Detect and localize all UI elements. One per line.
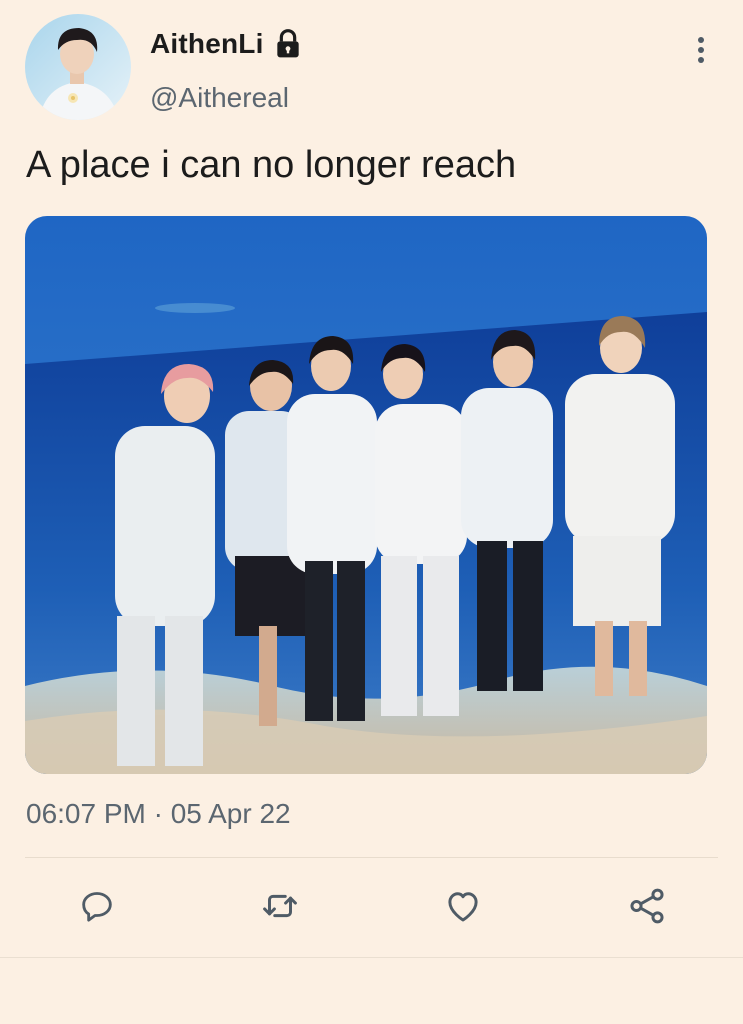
tweet-timestamp[interactable]: 06:07 PM · 05 Apr 22 [26, 798, 291, 830]
divider [25, 857, 718, 858]
like-button[interactable] [441, 884, 485, 928]
more-vertical-icon [698, 37, 704, 63]
retweet-button[interactable] [258, 884, 302, 928]
display-name-text: AithenLi [150, 28, 264, 59]
tweet-photo[interactable] [25, 216, 707, 774]
reply-icon [82, 892, 112, 922]
avatar[interactable] [25, 14, 131, 120]
retweet-icon [263, 894, 297, 918]
more-options-button[interactable] [688, 32, 714, 68]
reply-button[interactable] [75, 884, 119, 928]
display-name[interactable]: AithenLi [150, 28, 304, 60]
share-icon [630, 888, 664, 924]
lock-icon [272, 28, 304, 60]
tweet-text: A place i can no longer reach [26, 144, 517, 186]
share-button[interactable] [625, 884, 669, 928]
divider [0, 957, 743, 958]
heart-icon [448, 892, 478, 922]
user-handle[interactable]: @Aithereal [150, 82, 289, 114]
